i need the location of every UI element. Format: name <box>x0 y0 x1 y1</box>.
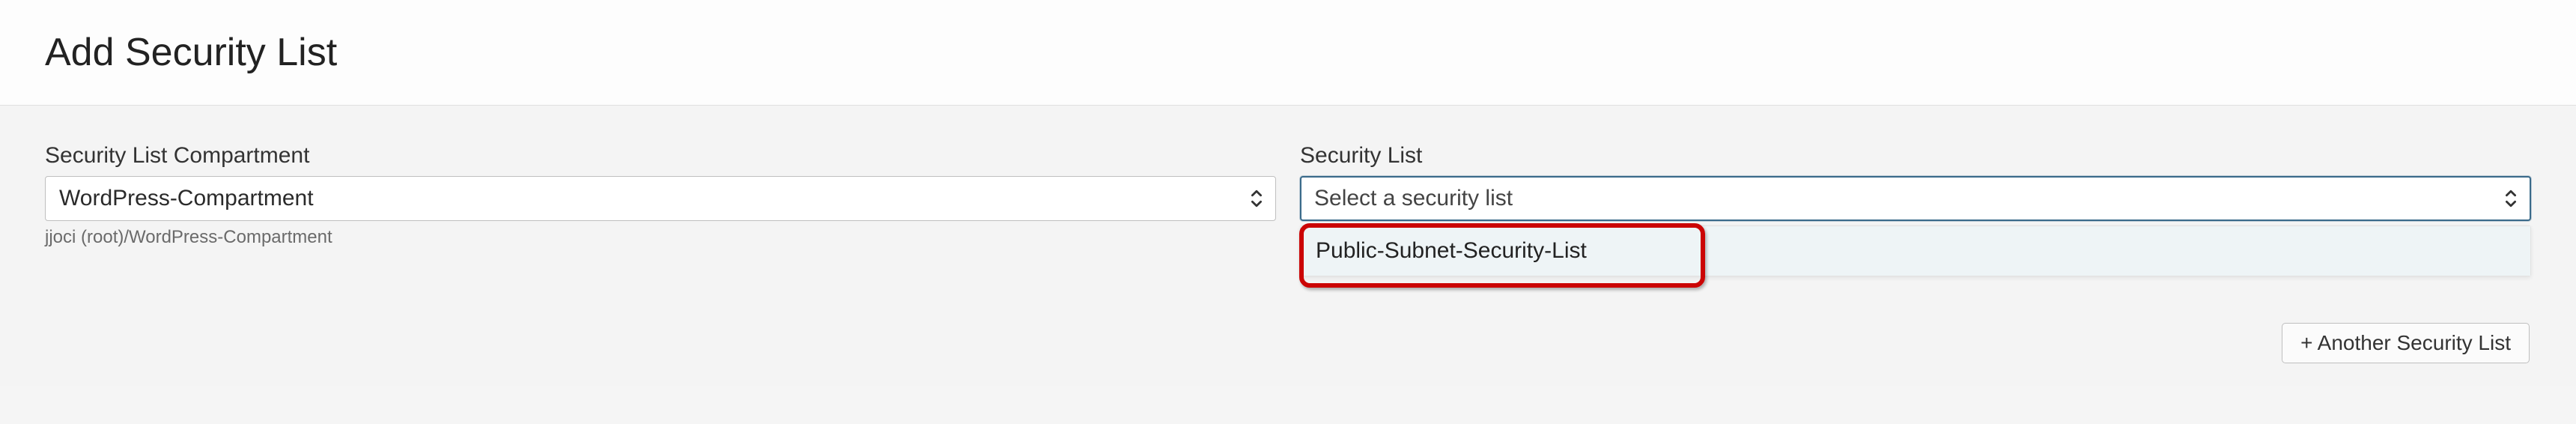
compartment-column: Security List Compartment WordPress-Comp… <box>45 143 1276 248</box>
page-title: Add Security List <box>45 30 2531 75</box>
dialog-header: Add Security List <box>0 0 2576 106</box>
security-list-column: Security List Select a security list Pub… <box>1300 143 2531 221</box>
compartment-select-value: WordPress-Compartment <box>59 186 314 211</box>
chevron-updown-icon <box>1250 188 1263 209</box>
compartment-label: Security List Compartment <box>45 143 1276 169</box>
form-row: Security List Compartment WordPress-Comp… <box>45 143 2531 248</box>
security-list-dropdown: Public-Subnet-Security-List <box>1300 225 2531 276</box>
security-list-select-wrap: Select a security list <box>1300 176 2531 221</box>
security-list-option[interactable]: Public-Subnet-Security-List <box>1301 226 2530 276</box>
security-list-select[interactable]: Select a security list <box>1300 176 2531 221</box>
add-another-security-list-button[interactable]: + Another Security List <box>2282 323 2530 363</box>
compartment-select-wrap: WordPress-Compartment <box>45 176 1276 221</box>
security-list-select-placeholder: Select a security list <box>1314 186 1513 211</box>
compartment-select[interactable]: WordPress-Compartment <box>45 176 1276 221</box>
form-content: Security List Compartment WordPress-Comp… <box>0 106 2576 386</box>
compartment-breadcrumb: jjoci (root)/WordPress-Compartment <box>45 227 1276 248</box>
button-row: + Another Security List <box>45 323 2531 363</box>
chevron-updown-icon <box>2504 188 2518 209</box>
security-list-label: Security List <box>1300 143 2531 169</box>
